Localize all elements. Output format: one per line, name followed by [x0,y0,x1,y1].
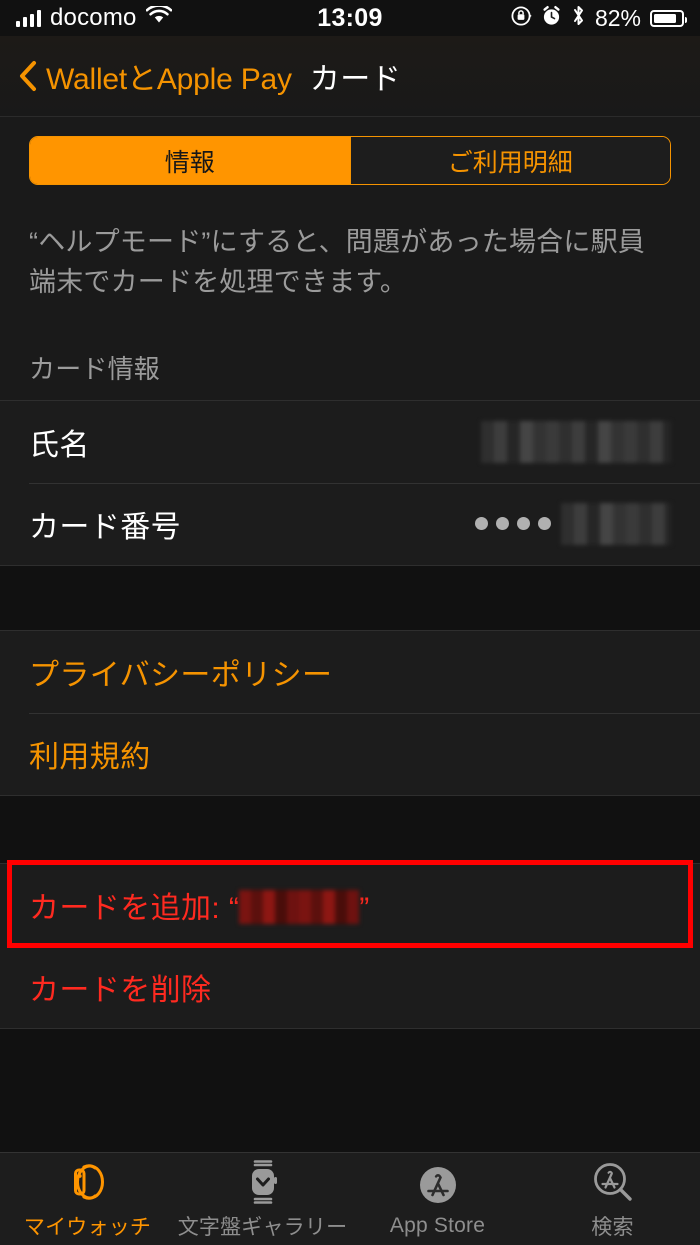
segmented-control-container: 情報 ご利用明細 [0,117,700,205]
tab-app-store[interactable]: App Store [350,1153,525,1245]
battery-full-icon [650,9,687,27]
tab-face-gallery[interactable]: 文字盤ギャラリー [175,1153,350,1245]
app-store-search-icon [590,1157,636,1207]
app-store-icon [415,1160,461,1210]
row-card-number[interactable]: カード番号 [0,482,700,565]
row-delete-card-label: カードを削除 [29,973,212,1007]
watch-side-icon [65,1157,111,1207]
status-bar-right: 82% [510,4,687,32]
rotation-lock-icon [510,5,532,32]
row-name[interactable]: 氏名 [0,401,700,483]
segment-transactions[interactable]: ご利用明細 [349,137,670,184]
legal-links-group: プライバシーポリシー 利用規約 [0,629,700,796]
redacted-card-name [239,889,360,924]
card-info-group: 氏名 カード番号 [0,399,700,566]
watch-face-icon [243,1157,283,1207]
row-name-value [481,420,671,463]
tab-search[interactable]: 検索 [525,1153,700,1245]
navigation-bar: WalletとApple Pay カード [0,36,700,117]
segment-info[interactable]: 情報 [30,137,350,184]
alarm-clock-icon [541,5,562,32]
row-terms-of-use-label: 利用規約 [29,740,151,774]
tab-search-label: 検索 [591,1216,634,1239]
status-bar: docomo 13:09 82% [0,0,700,36]
row-add-card-prefix: カードを追加: “ [29,891,240,925]
back-button[interactable]: WalletとApple Pay [18,54,292,98]
row-delete-card[interactable]: カードを削除 [0,946,700,1028]
row-add-card[interactable]: カードを追加: “ ” [0,864,700,946]
section-gap-2 [0,795,700,863]
row-privacy-policy[interactable]: プライバシーポリシー [0,631,700,713]
row-privacy-policy-label: プライバシーポリシー [29,658,333,692]
help-mode-description: “ヘルプモード”にすると、問題があった場合に駅員端末でカードを処理できます。 [0,205,700,303]
row-terms-of-use[interactable]: 利用規約 [0,712,700,795]
section-gap-1 [0,565,700,630]
page-title: カード [309,63,402,96]
row-add-card-suffix: ” [359,891,370,925]
battery-percent-label: 82% [594,4,641,31]
tab-my-watch[interactable]: マイウォッチ [0,1153,175,1245]
row-name-label: 氏名 [29,428,90,462]
row-card-number-label: カード番号 [29,510,181,544]
back-button-label: WalletとApple Pay [46,63,292,96]
card-actions-group: カードを追加: “ ” カードを削除 [0,859,700,1029]
redacted-card-digits [561,502,671,545]
masked-digits-icon [475,517,551,531]
tab-bar: マイウォッチ 文字盤ギャラリー App Store 検索 [0,1152,700,1245]
section-header-card-info: カード情報 [0,302,700,400]
row-card-number-value [475,502,671,545]
tab-face-gallery-label: 文字盤ギャラリー [177,1216,348,1239]
redacted-name-value [481,420,671,463]
tab-app-store-label: App Store [389,1214,486,1237]
bluetooth-icon [571,4,586,32]
chevron-left-icon [18,60,38,92]
segmented-control[interactable]: 情報 ご利用明細 [29,136,671,185]
tab-my-watch-label: マイウォッチ [23,1216,152,1239]
row-add-card-label: カードを追加: “ ” [29,883,370,927]
